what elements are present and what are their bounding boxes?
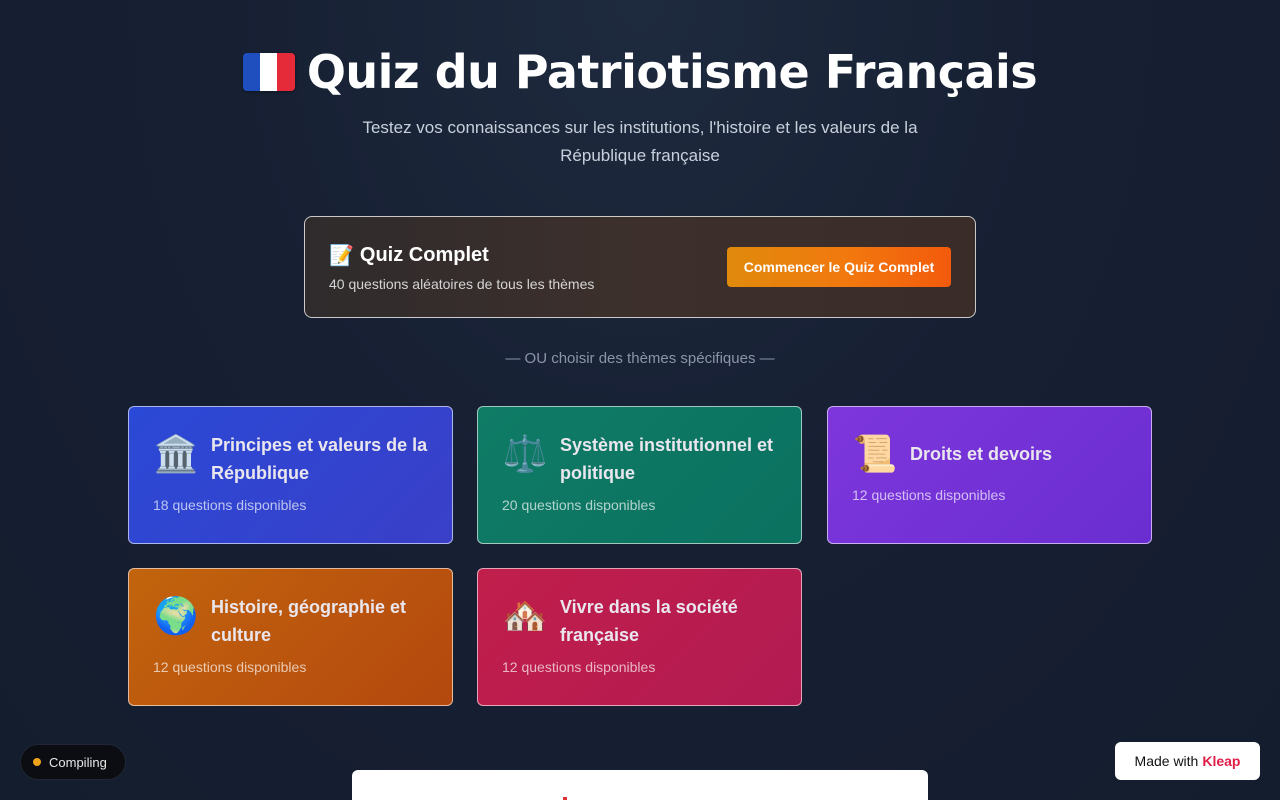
theme-question-count: 12 questions disponibles — [502, 659, 656, 675]
theme-question-count: 12 questions disponibles — [852, 487, 1006, 503]
section-separator: — OU choisir des thèmes spécifiques — — [505, 350, 775, 367]
bottom-card — [352, 770, 928, 800]
theme-card-droits[interactable]: 📜 Droits et devoirs 12 questions disponi… — [827, 406, 1152, 544]
theme-card-societe[interactable]: 🏘️ Vivre dans la société française 12 qu… — [477, 568, 802, 706]
balance-scale-icon: ⚖️ — [502, 433, 548, 474]
theme-card-row: 📜 Droits et devoirs — [852, 431, 1127, 477]
compiling-status: Compiling — [20, 744, 126, 780]
full-quiz-text: 📝 Quiz Complet 40 questions aléatoires d… — [329, 243, 594, 292]
theme-title: Principes et valeurs de la République — [211, 435, 428, 483]
theme-title: Vivre dans la société française — [560, 597, 738, 645]
theme-title: Droits et devoirs — [910, 444, 1053, 464]
theme-card-row: 🌍 Histoire, géographie et culture — [153, 593, 428, 649]
theme-card-principes[interactable]: 🏛️ Principes et valeurs de la République… — [128, 406, 453, 544]
globe-icon: 🌍 — [153, 595, 199, 636]
memo-icon: 📝 — [329, 244, 354, 267]
theme-card-row: ⚖️ Système institutionnel et politique — [502, 431, 777, 487]
page-title-text: Quiz du Patriotisme Français — [306, 45, 1038, 99]
theme-card-row: 🏘️ Vivre dans la société française — [502, 593, 777, 649]
status-dot-icon — [33, 758, 41, 766]
start-full-quiz-button[interactable]: Commencer le Quiz Complet — [727, 247, 951, 287]
page-subtitle: Testez vos connaissances sur les institu… — [362, 118, 918, 165]
houses-icon: 🏘️ — [502, 595, 548, 636]
theme-card-row: 🏛️ Principes et valeurs de la République — [153, 431, 428, 487]
made-with-prefix: Made with — [1134, 753, 1199, 769]
page-title: Quiz du Patriotisme Français — [0, 40, 1280, 104]
made-with-badge[interactable]: Made with Kleap — [1115, 742, 1260, 780]
full-quiz-card: 📝 Quiz Complet 40 questions aléatoires d… — [304, 216, 976, 318]
theme-question-count: 18 questions disponibles — [153, 497, 307, 513]
full-quiz-description: 40 questions aléatoires de tous les thèm… — [329, 275, 595, 292]
full-quiz-heading: 📝 Quiz Complet — [329, 243, 594, 268]
theme-title: Histoire, géographie et culture — [211, 597, 407, 645]
made-with-brand: Kleap — [1202, 753, 1241, 769]
full-quiz-title: Quiz Complet — [359, 243, 489, 266]
classical-building-icon: 🏛️ — [153, 433, 199, 474]
france-flag-icon — [242, 53, 295, 91]
theme-card-systeme[interactable]: ⚖️ Système institutionnel et politique 2… — [477, 406, 802, 544]
compiling-label: Compiling — [49, 754, 107, 770]
theme-question-count: 20 questions disponibles — [502, 497, 656, 513]
theme-title: Système institutionnel et politique — [560, 435, 774, 483]
page-header: Quiz du Patriotisme Français Testez vos … — [0, 40, 1280, 170]
theme-question-count: 12 questions disponibles — [153, 659, 307, 675]
theme-card-histoire[interactable]: 🌍 Histoire, géographie et culture 12 que… — [128, 568, 453, 706]
scroll-icon: 📜 — [852, 433, 898, 474]
